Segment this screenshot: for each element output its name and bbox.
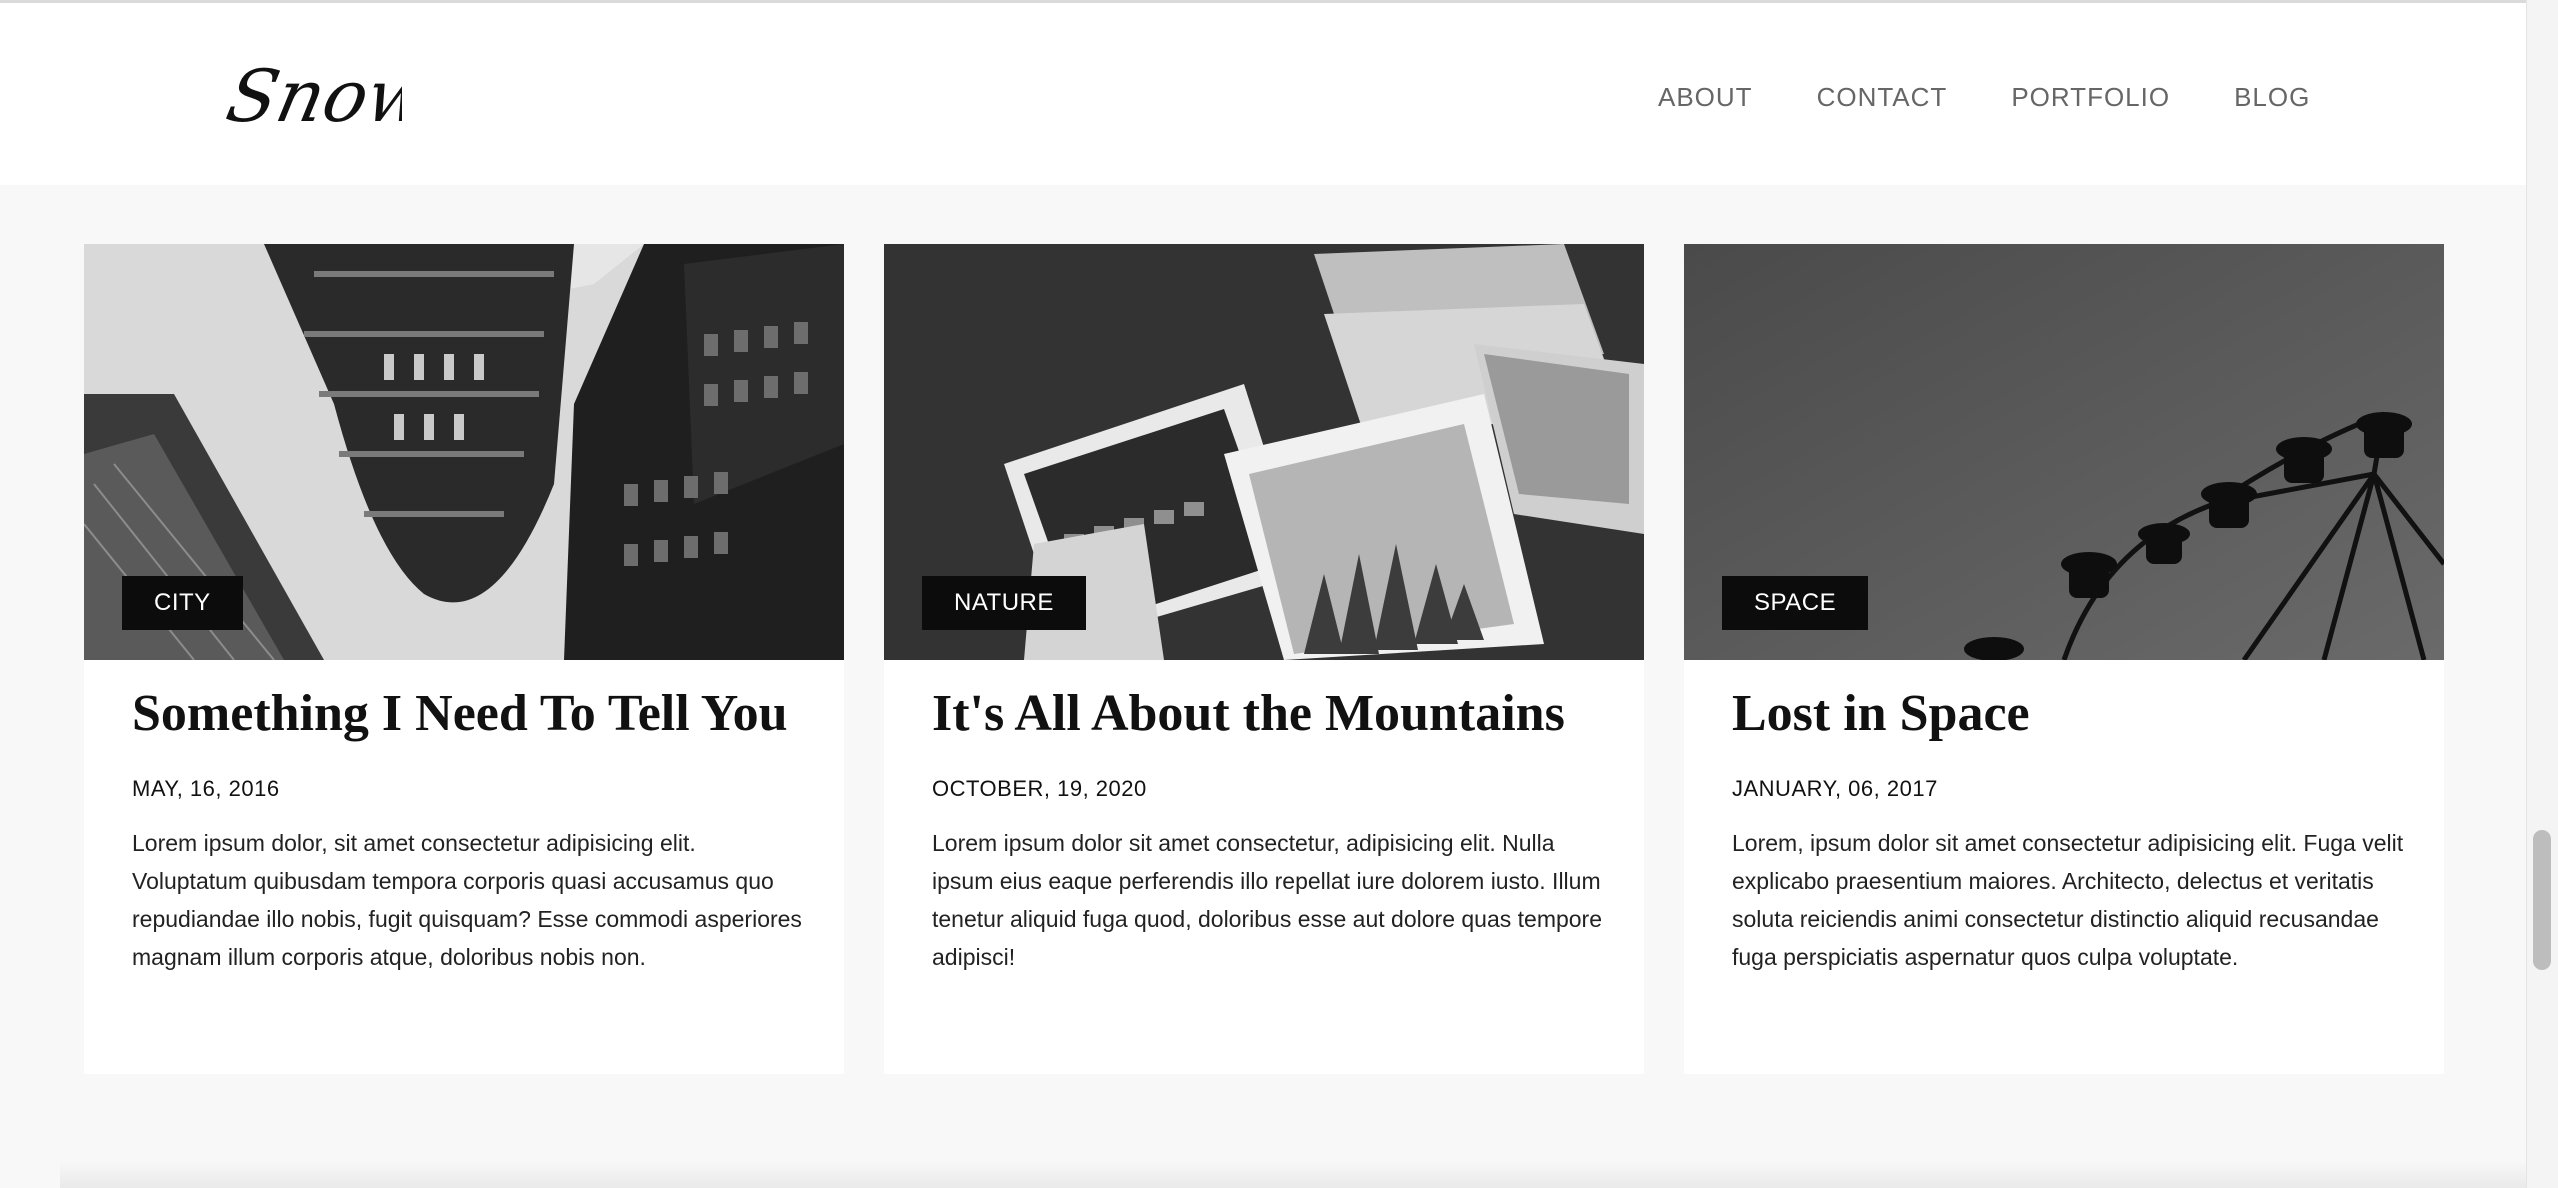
category-tag[interactable]: SPACE — [1722, 576, 1869, 630]
post-date: JANUARY, 06, 2017 — [1732, 776, 1938, 801]
scattered-photos-image[interactable]: NATURE — [884, 244, 1644, 660]
card-body: Lost in Space JANUARY, 06, 2017 Lorem, i… — [1732, 660, 2412, 976]
blog-card[interactable]: NATURE It's All About the Mountains OCTO… — [884, 244, 1644, 1074]
scrollbar-thumb[interactable] — [2533, 830, 2551, 970]
post-excerpt: Lorem ipsum dolor sit amet consectetur, … — [932, 830, 1603, 970]
browser-viewport: Snow ABOUT CONTACT PORTFOLIO BLOG CITY S… — [0, 0, 2558, 1188]
snow-logo-script: Snow — [222, 55, 402, 139]
post-date: MAY, 16, 2016 — [132, 776, 280, 801]
category-tag[interactable]: NATURE — [922, 576, 1086, 630]
nav-portfolio-link[interactable]: PORTFOLIO — [2011, 77, 2170, 117]
post-title[interactable]: Something I Need To Tell You — [132, 682, 812, 746]
blog-card[interactable]: SPACE Lost in Space JANUARY, 06, 2017 Lo… — [1684, 244, 2444, 1074]
post-title[interactable]: Lost in Space — [1732, 682, 2412, 746]
nav-about-link[interactable]: ABOUT — [1658, 77, 1753, 117]
post-title[interactable]: It's All About the Mountains — [932, 682, 1612, 746]
city-buildings-image[interactable]: CITY — [84, 244, 844, 660]
card-body: It's All About the Mountains OCTOBER, 19… — [932, 660, 1612, 976]
svg-text:Snow: Snow — [222, 55, 402, 139]
footer-shadow — [60, 1160, 2526, 1188]
card-body: Something I Need To Tell You MAY, 16, 20… — [132, 660, 812, 976]
post-excerpt: Lorem, ipsum dolor sit amet consectetur … — [1732, 830, 2404, 970]
main-nav: ABOUT CONTACT PORTFOLIO BLOG — [1658, 77, 2310, 117]
site-header: Snow ABOUT CONTACT PORTFOLIO BLOG — [0, 3, 2526, 185]
blog-card[interactable]: CITY Something I Need To Tell You MAY, 1… — [84, 244, 844, 1074]
nav-blog-link[interactable]: BLOG — [2234, 77, 2310, 117]
ferris-wheel-image[interactable]: SPACE — [1684, 244, 2444, 660]
blog-cards: CITY Something I Need To Tell You MAY, 1… — [84, 244, 2444, 1074]
page-scrollbar[interactable] — [2526, 0, 2558, 1188]
post-excerpt: Lorem ipsum dolor, sit amet consectetur … — [132, 830, 802, 970]
category-tag[interactable]: CITY — [122, 576, 243, 630]
post-date: OCTOBER, 19, 2020 — [932, 776, 1147, 801]
site-logo[interactable]: Snow — [222, 43, 402, 143]
nav-contact-link[interactable]: CONTACT — [1817, 77, 1948, 117]
